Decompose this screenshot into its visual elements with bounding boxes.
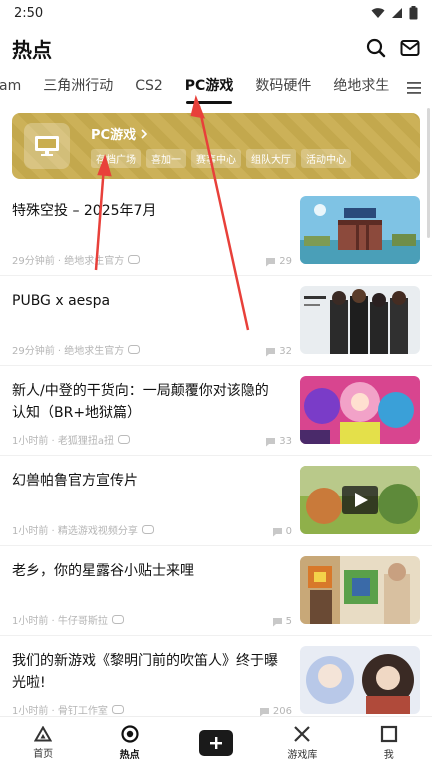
plus-icon (198, 729, 233, 756)
feed-item[interactable]: 特殊空投 – 2025年7月 29分钟前 · 绝地求生官方 29 (0, 186, 432, 276)
nav-hot[interactable]: 热点 (87, 724, 173, 761)
comment-icon (266, 257, 276, 266)
feed-item-title[interactable]: 幻兽帕鲁官方宣传片 (12, 470, 282, 492)
feed-item-meta: 1小时前 · 老狐狸扭a扭 (12, 432, 131, 447)
badge-icon (128, 345, 141, 354)
feed-thumbnail[interactable] (300, 466, 420, 534)
wifi-icon (371, 8, 385, 18)
feed-item-title[interactable]: PUBG x aespa (12, 290, 282, 312)
chevron-right-icon (141, 128, 148, 139)
search-icon[interactable] (366, 38, 386, 58)
feed-thumbnail[interactable] (300, 376, 420, 444)
comment-count: 0 (272, 526, 292, 537)
chip-esports-center[interactable]: 赛事中心 (191, 149, 241, 168)
feed-item-title[interactable]: 新人/中登的干货向：一局颠覆你对该隐的认知（BR+地狱篇） (12, 380, 282, 424)
chip-free-games[interactable]: 喜加一 (146, 149, 186, 168)
feed-item-meta: 1小时前 · 骨钉工作室 (12, 702, 124, 717)
square-icon (380, 725, 397, 742)
tab-am[interactable]: am (0, 70, 32, 106)
tab-digital-hardware[interactable]: 数码硬件 (244, 70, 322, 106)
comment-count: 29 (265, 256, 292, 267)
feed-thumbnail[interactable] (300, 286, 420, 354)
feed-item[interactable]: 新人/中登的干货向：一局颠覆你对该隐的认知（BR+地狱篇） 1小时前 · 老狐狸… (0, 366, 432, 456)
comment-icon (266, 347, 276, 356)
nav-game-library[interactable]: 游戏库 (259, 725, 345, 761)
feed-thumbnail[interactable] (300, 556, 420, 624)
category-tabs: am 三角洲行动 CS2 PC游戏 数码硬件 绝地求生 剑 (0, 70, 432, 106)
comment-icon (272, 527, 282, 536)
comment-icon (266, 437, 276, 446)
comment-icon (272, 617, 282, 626)
chip-event-center[interactable]: 活动中心 (301, 149, 351, 168)
feed-item[interactable]: 老乡，你的星露谷小贴士来哩 1小时前 · 牛仔哥斯拉 5 (0, 546, 432, 636)
comment-count: 32 (265, 346, 292, 357)
feed-item-meta: 1小时前 · 牛仔哥斯拉 (12, 612, 124, 627)
status-time: 2:50 (14, 5, 44, 21)
status-icons (371, 6, 418, 20)
battery-icon (409, 6, 418, 20)
feed-item-title[interactable]: 我们的新游戏《黎明门前的吹笛人》终于曝光啦! (12, 650, 282, 694)
comment-icon (259, 707, 269, 716)
bottom-nav: 首页 热点 游戏库 我 (0, 716, 432, 768)
cross-icon (294, 725, 311, 742)
feed-item-meta: 1小时前 · 精选游戏视频分享 (12, 522, 154, 537)
comment-count: 33 (265, 436, 292, 447)
feed-item-meta: 29分钟前 · 绝地求生官方 (12, 342, 141, 357)
feed-item[interactable]: PUBG x aespa 29分钟前 · 绝地求生官方 32 (0, 276, 432, 366)
badge-icon (141, 525, 154, 534)
feed-item-title[interactable]: 老乡，你的星露谷小贴士来哩 (12, 560, 282, 582)
nav-create[interactable] (173, 729, 259, 756)
feed-item[interactable]: 我们的新游戏《黎明门前的吹笛人》终于曝光啦! 1小时前 · 骨钉工作室 206 (0, 636, 432, 726)
tab-cs2[interactable]: CS2 (124, 70, 174, 106)
tab-delta-force[interactable]: 三角洲行动 (32, 70, 124, 106)
monitor-icon (24, 123, 70, 169)
tabs-menu-icon[interactable] (406, 81, 422, 95)
feed-list: 特殊空投 – 2025年7月 29分钟前 · 绝地求生官方 29 PUBG x … (0, 186, 432, 726)
banner-title[interactable]: PC游戏 (91, 124, 148, 143)
header: 热点 (0, 26, 432, 70)
feed-thumbnail[interactable] (300, 646, 420, 714)
badge-icon (128, 255, 141, 264)
feed-item-title[interactable]: 特殊空投 – 2025年7月 (12, 200, 282, 222)
comment-count: 5 (272, 616, 292, 627)
target-icon (120, 724, 139, 743)
badge-icon (111, 705, 124, 714)
feed-item-meta: 29分钟前 · 绝地求生官方 (12, 252, 141, 267)
mail-icon[interactable] (400, 39, 420, 57)
status-bar: 2:50 (0, 0, 432, 26)
badge-icon (111, 615, 124, 624)
chip-save-plaza[interactable]: 存档广场 (91, 149, 141, 168)
triangle-icon (34, 725, 53, 741)
pc-games-banner[interactable]: PC游戏 存档广场 喜加一 赛事中心 组队大厅 活动中心 (12, 113, 420, 179)
feed-item[interactable]: 幻兽帕鲁官方宣传片 1小时前 · 精选游戏视频分享 0 (0, 456, 432, 546)
nav-me[interactable]: 我 (346, 725, 432, 761)
signal-icon (392, 8, 402, 18)
chip-team-hall[interactable]: 组队大厅 (246, 149, 296, 168)
nav-home[interactable]: 首页 (0, 725, 86, 760)
tab-pc-games[interactable]: PC游戏 (174, 70, 245, 106)
badge-icon (118, 435, 131, 444)
feed-thumbnail[interactable] (300, 196, 420, 264)
page-title: 热点 (12, 37, 52, 62)
